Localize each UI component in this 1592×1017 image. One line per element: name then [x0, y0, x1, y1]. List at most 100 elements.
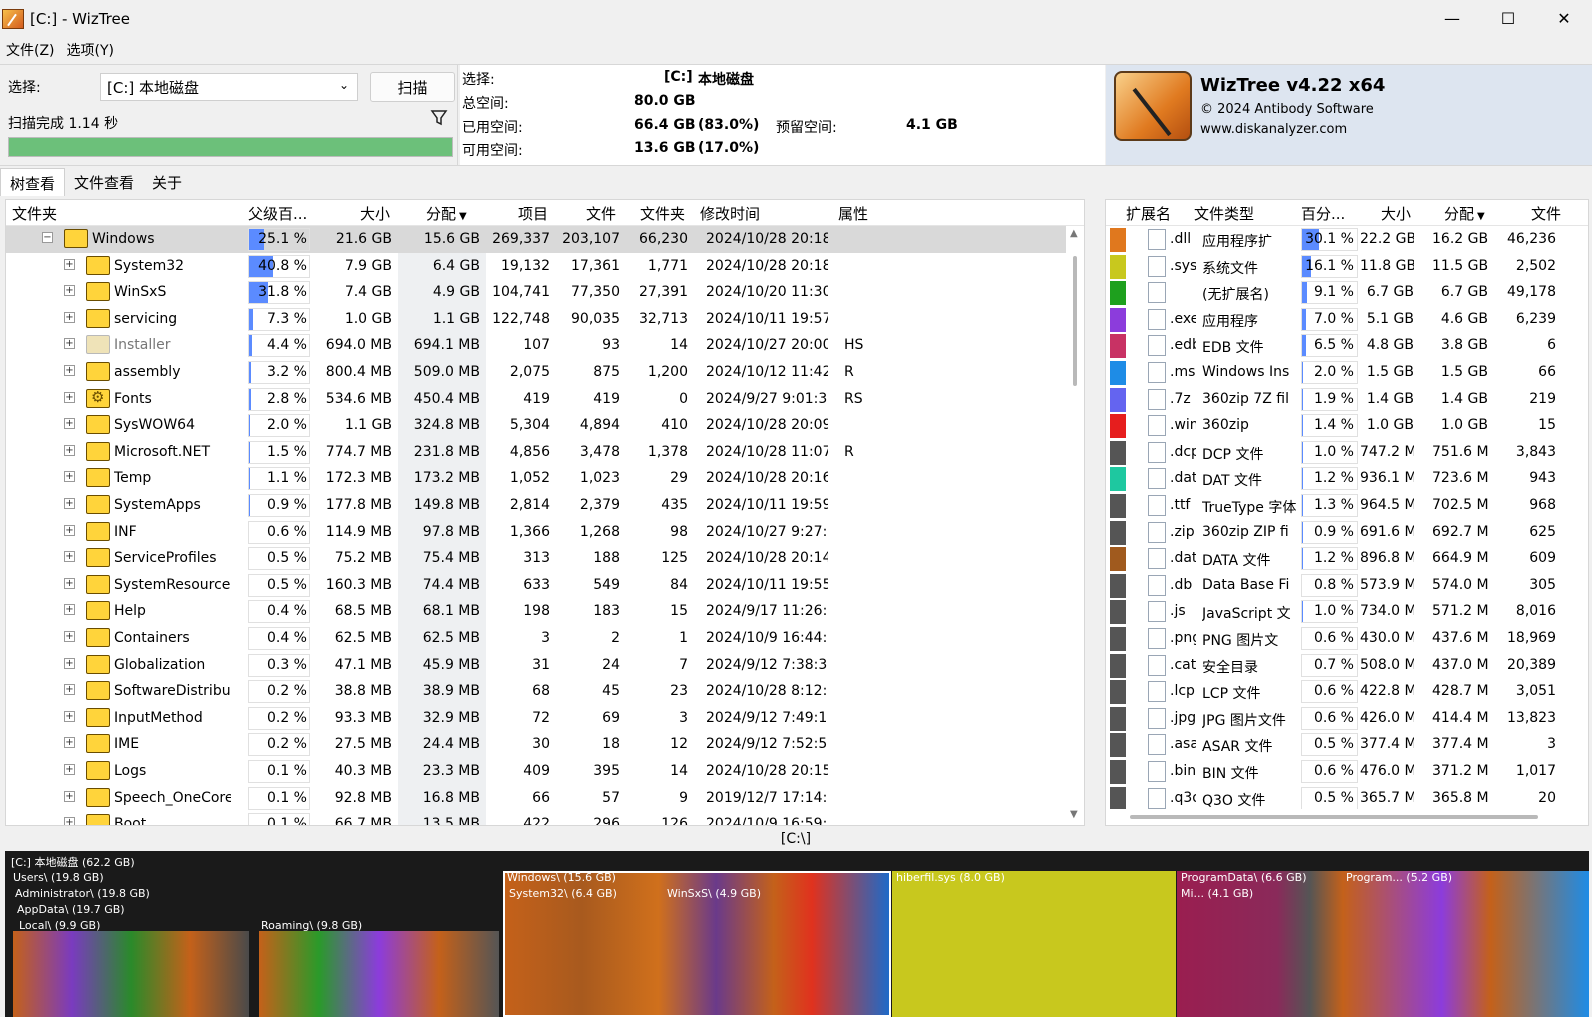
- tab-file-view[interactable]: 文件查看: [65, 168, 143, 196]
- minimize-button[interactable]: —: [1424, 0, 1480, 37]
- ext-row[interactable]: .db Data Base Fi 0.8 % 573.9 MB 574.0 MB 305: [1106, 572, 1572, 599]
- ext-row[interactable]: .bin BIN 文件 0.6 % 476.0 MB 371.2 MB 1,017: [1106, 758, 1572, 785]
- maximize-button[interactable]: ☐: [1480, 0, 1536, 37]
- tree-row[interactable]: + Temp 1.1 % 172.3 MB 173.2 MB 1,052 1,023 29 20…: [6, 465, 1068, 492]
- tree-row[interactable]: + servicing 7.3 % 1.0 GB 1.1 GB 122,748 90,035…: [6, 306, 1068, 333]
- col-size[interactable]: 大小: [360, 203, 390, 224]
- ext-row[interactable]: .asar ASAR 文件 0.5 % 377.4 MB 377.4 MB 3: [1106, 731, 1572, 758]
- ext-row[interactable]: (无扩展名) 9.1 % 6.7 GB 6.7 GB 49,178: [1106, 279, 1572, 306]
- treemap[interactable]: [C:] 本地磁盘 (62.2 GB) Users\ (19.8 GB) Adm…: [5, 851, 1589, 1017]
- tree-row[interactable]: + Boot 0.1 % 66.7 MB 13.5 MB 422 296 126 2024/10…: [6, 811, 1068, 825]
- expand-toggle-icon[interactable]: +: [64, 444, 75, 456]
- tree-row[interactable]: + Globalization 0.3 % 47.1 MB 45.9 MB 31 24 7 20…: [6, 652, 1068, 679]
- tree-row[interactable]: + SoftwareDistribu 0.2 % 38.8 MB 38.9 MB 68 45…: [6, 678, 1068, 705]
- ext-row[interactable]: .js JavaScript 文 1.0 % 734.0 MB 571.2 MB 8,01…: [1106, 598, 1572, 625]
- ext-hscroll-thumb[interactable]: [1130, 815, 1538, 819]
- ext-row[interactable]: .edb EDB 文件 6.5 % 4.8 GB 3.8 GB 6: [1106, 332, 1572, 359]
- scroll-up-icon[interactable]: ▲: [1070, 228, 1078, 239]
- ext-row[interactable]: .dat DAT 文件 1.2 % 936.1 MB 723.6 MB 943: [1106, 465, 1572, 492]
- expand-toggle-icon[interactable]: +: [64, 365, 75, 376]
- tree-row[interactable]: + Help 0.4 % 68.5 MB 68.1 MB 198 183 15 2024/9/1…: [6, 598, 1068, 625]
- expand-toggle-icon[interactable]: +: [64, 604, 75, 616]
- tree-row[interactable]: + Microsoft.NET 1.5 % 774.7 MB 231.8 MB 4,856…: [6, 439, 1068, 466]
- col-files[interactable]: 文件: [586, 203, 616, 224]
- col-ext-alloc[interactable]: 分配 ▼: [1444, 203, 1485, 224]
- tree-scroll-thumb[interactable]: [1073, 256, 1077, 386]
- ext-row[interactable]: .png PNG 图片文 0.6 % 430.0 MB 437.6 MB 18,969: [1106, 625, 1572, 652]
- ext-row[interactable]: .lcp LCP 文件 0.6 % 422.8 MB 428.7 MB 3,051: [1106, 678, 1572, 705]
- tree-row[interactable]: + assembly 3.2 % 800.4 MB 509.0 MB 2,075 875 1,…: [6, 359, 1068, 386]
- ext-row[interactable]: .sys 系统文件 16.1 % 11.8 GB 11.5 GB 2,502: [1106, 253, 1572, 280]
- tree-row[interactable]: + System32 40.8 % 7.9 GB 6.4 GB 19,132 17,361 1…: [6, 253, 1068, 280]
- tree-row[interactable]: − Windows 25.1 % 21.6 GB 15.6 GB 269,337 203,1…: [6, 226, 1068, 253]
- scan-button[interactable]: 扫描: [370, 72, 455, 102]
- expand-toggle-icon[interactable]: +: [64, 338, 75, 350]
- ext-row[interactable]: .jpg JPG 图片文件 0.6 % 426.0 MB 414.4 MB 13,823: [1106, 705, 1572, 732]
- drive-select[interactable]: [C:] 本地磁盘 ⌄: [100, 73, 358, 101]
- ext-row[interactable]: .msi Windows Ins 2.0 % 1.5 GB 1.5 GB 66: [1106, 359, 1572, 386]
- col-items[interactable]: 项目: [518, 203, 548, 224]
- tree-row[interactable]: + InputMethod 0.2 % 93.3 MB 32.9 MB 72 69 3 2024…: [6, 705, 1068, 732]
- tree-row[interactable]: + SystemResources 0.5 % 160.3 MB 74.4 MB 633 5…: [6, 572, 1068, 599]
- treemap-roaming-block[interactable]: [259, 931, 499, 1017]
- tab-tree-view[interactable]: 树查看: [0, 168, 66, 196]
- ext-row[interactable]: .wim 360zip 1.4 % 1.0 GB 1.0 GB 15: [1106, 412, 1572, 439]
- tree-row[interactable]: + WinSxS 31.8 % 7.4 GB 4.9 GB 104,741 77,350 27…: [6, 279, 1068, 306]
- col-attributes[interactable]: 属性: [838, 203, 868, 224]
- col-modified[interactable]: 修改时间: [700, 203, 760, 224]
- col-ext-pct[interactable]: 百分...: [1301, 203, 1345, 224]
- expand-toggle-icon[interactable]: +: [64, 524, 75, 536]
- expand-toggle-icon[interactable]: +: [64, 498, 75, 509]
- wiztree-logo[interactable]: [1114, 71, 1192, 141]
- ext-row[interactable]: .ttf TrueType 字体 1.3 % 964.5 MB 702.5 MB 968: [1106, 492, 1572, 519]
- expand-toggle-icon[interactable]: +: [64, 285, 75, 297]
- ext-row[interactable]: .exe 应用程序 7.0 % 5.1 GB 4.6 GB 6,239: [1106, 306, 1572, 333]
- expand-toggle-icon[interactable]: +: [64, 311, 75, 323]
- col-file-type[interactable]: 文件类型: [1194, 203, 1254, 224]
- tree-row[interactable]: + Logs 0.1 % 40.3 MB 23.3 MB 409 395 14 2024/10/…: [6, 758, 1068, 785]
- expand-toggle-icon[interactable]: +: [64, 631, 75, 642]
- expand-toggle-icon[interactable]: −: [42, 232, 53, 243]
- col-ext-size[interactable]: 大小: [1381, 203, 1411, 224]
- ext-row[interactable]: .q3o Q3O 文件 0.5 % 365.7 MB 365.8 MB 20: [1106, 785, 1572, 812]
- tab-about[interactable]: 关于: [143, 168, 191, 196]
- treemap-programfiles-block[interactable]: [1343, 871, 1589, 1017]
- expand-toggle-icon[interactable]: +: [64, 710, 75, 722]
- expand-toggle-icon[interactable]: +: [64, 471, 75, 483]
- ext-row[interactable]: .cat 安全目录 0.7 % 508.0 MB 437.0 MB 20,389: [1106, 652, 1572, 679]
- treemap-hiberfil-block[interactable]: [892, 871, 1176, 1017]
- expand-toggle-icon[interactable]: +: [64, 258, 75, 270]
- col-folder[interactable]: 文件夹: [12, 203, 57, 224]
- ext-row[interactable]: .dll 应用程序扩 30.1 % 22.2 GB 16.2 GB 46,236: [1106, 226, 1572, 253]
- expand-toggle-icon[interactable]: +: [64, 737, 75, 749]
- tree-row[interactable]: + Containers 0.4 % 62.5 MB 62.5 MB 3 2 1 2024/10…: [6, 625, 1068, 652]
- col-ext-files[interactable]: 文件: [1531, 203, 1561, 224]
- ext-row[interactable]: .7z 360zip 7Z fil 1.9 % 1.4 GB 1.4 GB 219: [1106, 386, 1572, 413]
- tree-row[interactable]: + INF 0.6 % 114.9 MB 97.8 MB 1,366 1,268 98 2024…: [6, 519, 1068, 546]
- col-parent-pct[interactable]: 父级百...: [248, 203, 307, 224]
- expand-toggle-icon[interactable]: +: [64, 790, 75, 802]
- ext-row[interactable]: .zip 360zip ZIP fi 0.9 % 691.6 MB 692.7 MB 62…: [1106, 519, 1572, 546]
- tree-row[interactable]: + IME 0.2 % 27.5 MB 24.4 MB 30 18 12 2024/9/12 7…: [6, 731, 1068, 758]
- expand-toggle-icon[interactable]: +: [64, 657, 75, 669]
- ext-row[interactable]: .dat DATA 文件 1.2 % 896.8 MB 664.9 MB 609: [1106, 545, 1572, 572]
- tree-row[interactable]: + ServiceProfiles 0.5 % 75.2 MB 75.4 MB 313 18…: [6, 545, 1068, 572]
- tree-vscrollbar[interactable]: ▲ ▼: [1066, 226, 1084, 825]
- scroll-down-icon[interactable]: ▼: [1070, 809, 1078, 820]
- expand-toggle-icon[interactable]: +: [64, 551, 75, 563]
- col-alloc[interactable]: 分配 ▼: [426, 203, 467, 224]
- expand-toggle-icon[interactable]: +: [64, 817, 75, 825]
- menu-options[interactable]: 选项(Y): [61, 40, 120, 60]
- close-button[interactable]: ✕: [1536, 0, 1592, 37]
- expand-toggle-icon[interactable]: +: [64, 418, 75, 430]
- tree-row[interactable]: + Installer 4.4 % 694.0 MB 694.1 MB 107 93 14 20…: [6, 332, 1068, 359]
- expand-toggle-icon[interactable]: +: [64, 577, 75, 589]
- filter-icon[interactable]: [428, 108, 450, 128]
- tree-row[interactable]: + SysWOW64 2.0 % 1.1 GB 324.8 MB 5,304 4,894 41…: [6, 412, 1068, 439]
- col-folders[interactable]: 文件夹: [640, 203, 685, 224]
- expand-toggle-icon[interactable]: +: [64, 684, 75, 696]
- brand-url[interactable]: www.diskanalyzer.com: [1200, 122, 1347, 137]
- treemap-local-block[interactable]: [13, 931, 249, 1017]
- col-extension[interactable]: 扩展名: [1126, 203, 1171, 224]
- ext-hscrollbar[interactable]: [1106, 809, 1588, 825]
